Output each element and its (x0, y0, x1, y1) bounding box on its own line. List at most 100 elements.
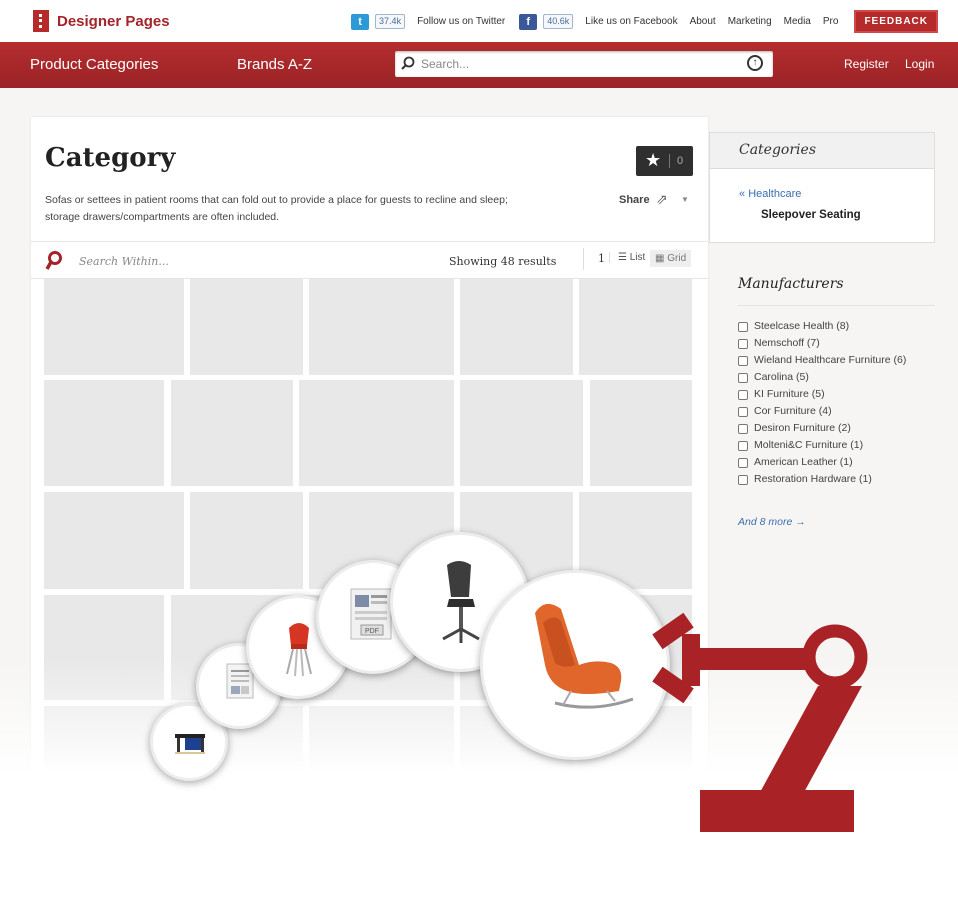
search-within-input[interactable]: Search Within... (79, 255, 169, 268)
manufacturer-label: Cor Furniture (4) (754, 405, 832, 417)
manufacturer-filter[interactable]: KI Furniture (5) (738, 386, 928, 403)
media-link[interactable]: Media (784, 16, 811, 27)
marketing-link[interactable]: Marketing (728, 16, 772, 27)
manufacturer-filter[interactable]: Carolina (5) (738, 369, 928, 386)
twitter-count: 37.4k (375, 14, 406, 29)
results-toolbar: Search Within... Showing 48 results 1 ☰ … (31, 241, 708, 279)
category-description: Sofas or settees in patient rooms that c… (45, 194, 508, 223)
manufacturer-filter[interactable]: Nemschoff (7) (738, 335, 928, 352)
manufacturer-label: Steelcase Health (8) (754, 320, 850, 332)
manufacturer-list: Steelcase Health (8) Nemschoff (7) Wiela… (738, 318, 928, 488)
grid-view-button[interactable]: ▦ Grid (650, 250, 692, 267)
parent-category-link[interactable]: « Healthcare (739, 188, 801, 200)
search-placeholder: Search... (421, 57, 470, 71)
product-tile[interactable] (579, 279, 692, 375)
search-input[interactable]: Search... ↑ (395, 51, 773, 77)
logo[interactable]: Designer Pages (33, 10, 170, 32)
checkbox[interactable] (738, 322, 748, 332)
facebook-count: 40.6k (543, 14, 574, 29)
product-tile[interactable] (460, 380, 583, 486)
more-manufacturers-link[interactable]: And 8 more → (738, 516, 806, 528)
manufacturer-label: Desiron Furniture (2) (754, 422, 851, 434)
checkbox[interactable] (738, 339, 748, 349)
product-bubble-recliner (480, 570, 670, 760)
pro-link[interactable]: Pro (823, 16, 839, 27)
share-icon[interactable]: ⇗ (656, 191, 668, 208)
parent-category-label: Healthcare (748, 188, 802, 200)
search-submit-icon[interactable]: ↑ (747, 55, 763, 71)
favorite-count: 0 (677, 155, 684, 167)
product-tile[interactable] (460, 279, 573, 375)
manufacturer-filter[interactable]: Restoration Hardware (1) (738, 471, 928, 488)
product-tile[interactable] (44, 595, 164, 700)
checkbox[interactable] (738, 356, 748, 366)
feedback-button[interactable]: FEEDBACK (854, 10, 938, 33)
manufacturer-filter[interactable]: Steelcase Health (8) (738, 318, 928, 335)
product-tile[interactable] (171, 380, 293, 486)
product-tile[interactable] (171, 809, 293, 913)
favorite-button[interactable]: ★ 0 (636, 146, 693, 176)
facebook-link[interactable]: Like us on Facebook (585, 16, 677, 27)
recliner-icon (535, 603, 634, 709)
checkbox[interactable] (738, 475, 748, 485)
checkbox[interactable] (738, 424, 748, 434)
product-tile[interactable] (44, 809, 164, 913)
checkbox[interactable] (738, 441, 748, 451)
facebook-icon[interactable]: f (519, 13, 538, 30)
results-count: Showing 48 results (449, 255, 557, 268)
main-nav: Product Categories Brands A-Z Search... … (0, 42, 958, 88)
star-icon: ★ (645, 150, 662, 170)
manufacturer-filter[interactable]: Desiron Furniture (2) (738, 420, 928, 437)
top-nav: t 37.4k Follow us on Twitter f 40.6k Lik… (351, 10, 938, 33)
manufacturer-label: Nemschoff (7) (754, 337, 820, 349)
checkbox[interactable] (738, 373, 748, 383)
checkbox[interactable] (738, 458, 748, 468)
current-category: Sleepover Seating (761, 209, 861, 221)
list-view-button[interactable]: ☰ List (609, 252, 645, 263)
divider (738, 305, 935, 306)
about-link[interactable]: About (690, 16, 716, 27)
chevron-down-icon[interactable]: ▼ (681, 195, 689, 204)
logo-text: Designer Pages (57, 12, 170, 30)
product-tile[interactable] (44, 380, 164, 486)
register-link[interactable]: Register (844, 57, 889, 71)
product-tile[interactable] (309, 706, 454, 803)
checkbox[interactable] (738, 407, 748, 417)
product-tile[interactable] (460, 809, 583, 913)
product-tile[interactable] (299, 380, 454, 486)
product-tile[interactable] (190, 279, 303, 375)
manufacturer-filter[interactable]: Wieland Healthcare Furniture (6) (738, 352, 928, 369)
page-number[interactable]: 1 (583, 248, 605, 270)
list-label: List (629, 252, 646, 263)
category-panel: Category Sofas or settees in patient roo… (31, 117, 708, 913)
logo-icon (33, 10, 49, 32)
manufacturer-filter[interactable]: Molteni&C Furniture (1) (738, 437, 928, 454)
product-tile[interactable] (299, 809, 454, 913)
categories-title: Categories (710, 133, 934, 169)
twitter-icon[interactable]: t (351, 13, 370, 30)
search-within-icon (45, 251, 62, 270)
product-tile[interactable] (190, 492, 303, 589)
page-title: Category (45, 143, 176, 173)
product-tile[interactable] (309, 279, 454, 375)
robot-arm-graphic (652, 612, 868, 832)
share-button[interactable]: Share (619, 194, 650, 206)
grid-label: Grid (667, 253, 687, 264)
nav-product-categories[interactable]: Product Categories (30, 56, 158, 73)
twitter-link[interactable]: Follow us on Twitter (417, 16, 505, 27)
manufacturer-filter[interactable]: American Leather (1) (738, 454, 928, 471)
product-tile[interactable] (44, 492, 184, 589)
checkbox[interactable] (738, 390, 748, 400)
login-link[interactable]: Login (905, 57, 934, 71)
manufacturer-label: Wieland Healthcare Furniture (6) (754, 354, 907, 366)
manufacturer-label: American Leather (1) (754, 456, 853, 468)
product-tile[interactable] (590, 380, 692, 486)
svg-text:PDF: PDF (365, 628, 379, 635)
manufacturer-label: Carolina (5) (754, 371, 809, 383)
product-tile[interactable] (44, 279, 184, 375)
nav-brands[interactable]: Brands A-Z (237, 56, 312, 73)
manufacturer-label: Restoration Hardware (1) (754, 473, 872, 485)
manufacturer-label: KI Furniture (5) (754, 388, 825, 400)
categories-box: Categories « Healthcare Sleepover Seatin… (709, 132, 935, 243)
manufacturer-filter[interactable]: Cor Furniture (4) (738, 403, 928, 420)
